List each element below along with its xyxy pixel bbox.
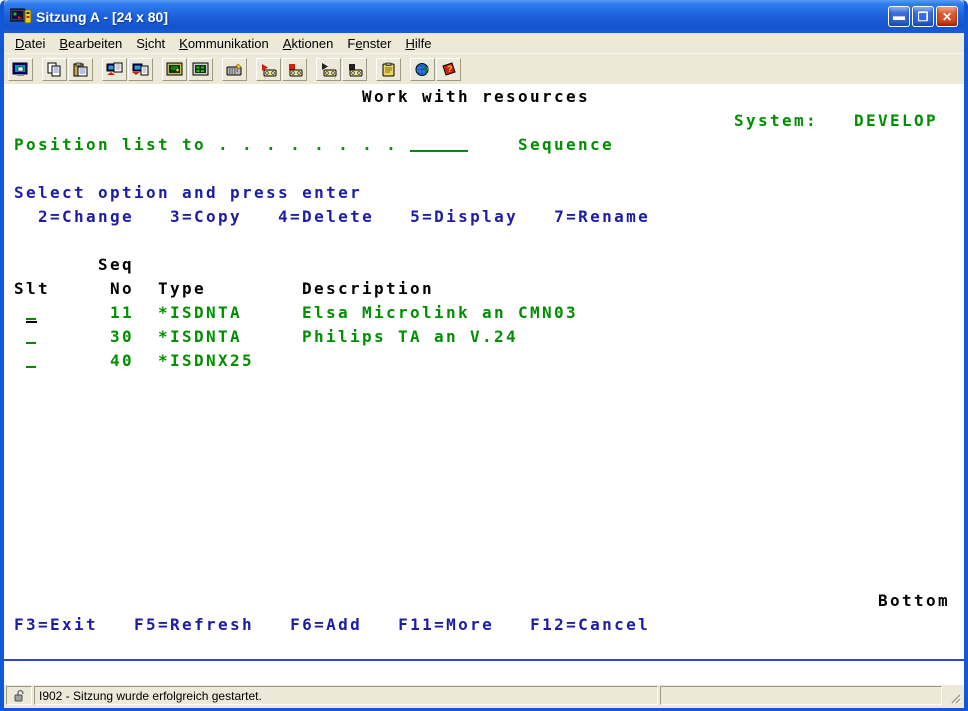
terminal-screen[interactable]: Work with resources System: DEVELOP Positio…	[4, 84, 964, 661]
record-macro-button[interactable]	[256, 58, 281, 81]
color-setup-button[interactable]	[188, 58, 213, 81]
status-message: I902 - Sitzung wurde erfolgreich gestart…	[34, 686, 658, 705]
terminal-text-run: Philips TA an V.24	[302, 328, 518, 345]
menu-item-hilfe[interactable]: Hilfe	[398, 35, 438, 52]
copy-button[interactable]	[42, 58, 67, 81]
stop-record-icon	[286, 62, 303, 77]
display-setup-icon	[166, 62, 183, 77]
maximize-button[interactable]: ❒	[912, 6, 934, 27]
title-bar[interactable]: Sitzung A - [24 x 80] ▬ ❒ ✕	[4, 0, 964, 33]
stop-play-icon	[346, 62, 363, 77]
clipboard-pad-icon	[380, 62, 397, 77]
keyboard-setup-button[interactable]	[222, 58, 247, 81]
terminal-text-run: *ISDNTA	[158, 328, 242, 345]
record-macro-icon	[260, 62, 277, 77]
menu-item-bearbeiten[interactable]: Bearbeiten	[52, 35, 129, 52]
resize-grip[interactable]	[944, 686, 962, 705]
unlocked-padlock-icon	[13, 689, 26, 702]
status-lock-panel	[6, 686, 32, 705]
menu-item-aktionen[interactable]: Aktionen	[276, 35, 341, 52]
terminal-text-run: Description	[302, 280, 434, 297]
web-help-icon: ?	[414, 62, 431, 77]
help-index-button[interactable]: ?	[436, 58, 461, 81]
play-macro-icon	[320, 62, 337, 77]
input-field[interactable]	[410, 150, 468, 152]
input-field[interactable]	[26, 342, 36, 344]
terminal-text-run: 11	[110, 304, 134, 321]
oia-area	[4, 661, 964, 685]
terminal-text-run: Position list to . . . . . . . .	[14, 136, 398, 153]
close-button[interactable]: ✕	[936, 6, 958, 27]
terminal-text-run: Elsa Microlink an CMN03	[302, 304, 578, 321]
minimize-button[interactable]: ▬	[888, 6, 910, 27]
paste-icon	[72, 62, 89, 77]
copy-icon	[46, 62, 63, 77]
new-session-icon	[12, 62, 29, 77]
keyboard-setup-icon	[226, 62, 243, 77]
send-file-button[interactable]	[102, 58, 127, 81]
new-session-button[interactable]	[8, 58, 33, 81]
play-macro-button[interactable]	[316, 58, 341, 81]
clipboard-pad-button[interactable]	[376, 58, 401, 81]
text-cursor	[26, 321, 37, 323]
menu-item-datei[interactable]: Datei	[8, 35, 52, 52]
menu-item-fenster[interactable]: Fenster	[340, 35, 398, 52]
app-window: Sitzung A - [24 x 80] ▬ ❒ ✕ DateiBearbei…	[0, 0, 968, 711]
color-setup-icon	[192, 62, 209, 77]
terminal-text-run: No	[110, 280, 134, 297]
terminal-text-run: Slt	[14, 280, 50, 297]
terminal-text-run: Select option and press enter	[14, 184, 362, 201]
status-spare-panel	[660, 686, 942, 705]
terminal-text-run: Seq	[98, 256, 134, 273]
grip-icon	[948, 691, 962, 705]
terminal-text-run: Work with resources	[362, 88, 590, 105]
receive-file-button[interactable]	[128, 58, 153, 81]
stop-record-button[interactable]	[282, 58, 307, 81]
menu-item-sicht[interactable]: Sicht	[129, 35, 172, 52]
terminal-text-run: Bottom	[878, 592, 950, 609]
send-file-icon	[106, 62, 123, 77]
terminal-text-run: 2=Change 3=Copy 4=Delete 5=Display 7=Ren…	[38, 208, 650, 225]
window-title: Sitzung A - [24 x 80]	[36, 9, 888, 25]
receive-file-icon	[132, 62, 149, 77]
terminal-text-run: System:	[734, 112, 818, 129]
display-setup-button[interactable]	[162, 58, 187, 81]
terminal-text-run: 40	[110, 352, 134, 369]
web-help-button[interactable]: ?	[410, 58, 435, 81]
app-icon	[10, 8, 32, 25]
terminal-text-run: *ISDNX25	[158, 352, 254, 369]
help-index-icon: ?	[440, 62, 457, 77]
terminal-text-run: F3=Exit F5=Refresh F6=Add F11=More F12=C…	[14, 616, 650, 633]
menu-bar: DateiBearbeitenSichtKommunikationAktione…	[4, 33, 964, 53]
terminal-text-run: DEVELOP	[854, 112, 938, 129]
terminal-text-run: *ISDNTA	[158, 304, 242, 321]
terminal-text-run: 30	[110, 328, 134, 345]
menu-item-kommunikation[interactable]: Kommunikation	[172, 35, 276, 52]
terminal-text-run: Sequence	[518, 136, 614, 153]
input-field[interactable]	[26, 366, 36, 368]
status-bar: I902 - Sitzung wurde erfolgreich gestart…	[4, 685, 964, 706]
paste-button[interactable]	[68, 58, 93, 81]
svg-text:?: ?	[423, 66, 429, 77]
toolbar: ? ?	[4, 53, 964, 84]
terminal-text-run: Type	[158, 280, 206, 297]
svg-text:?: ?	[447, 64, 453, 74]
stop-play-button[interactable]	[342, 58, 367, 81]
